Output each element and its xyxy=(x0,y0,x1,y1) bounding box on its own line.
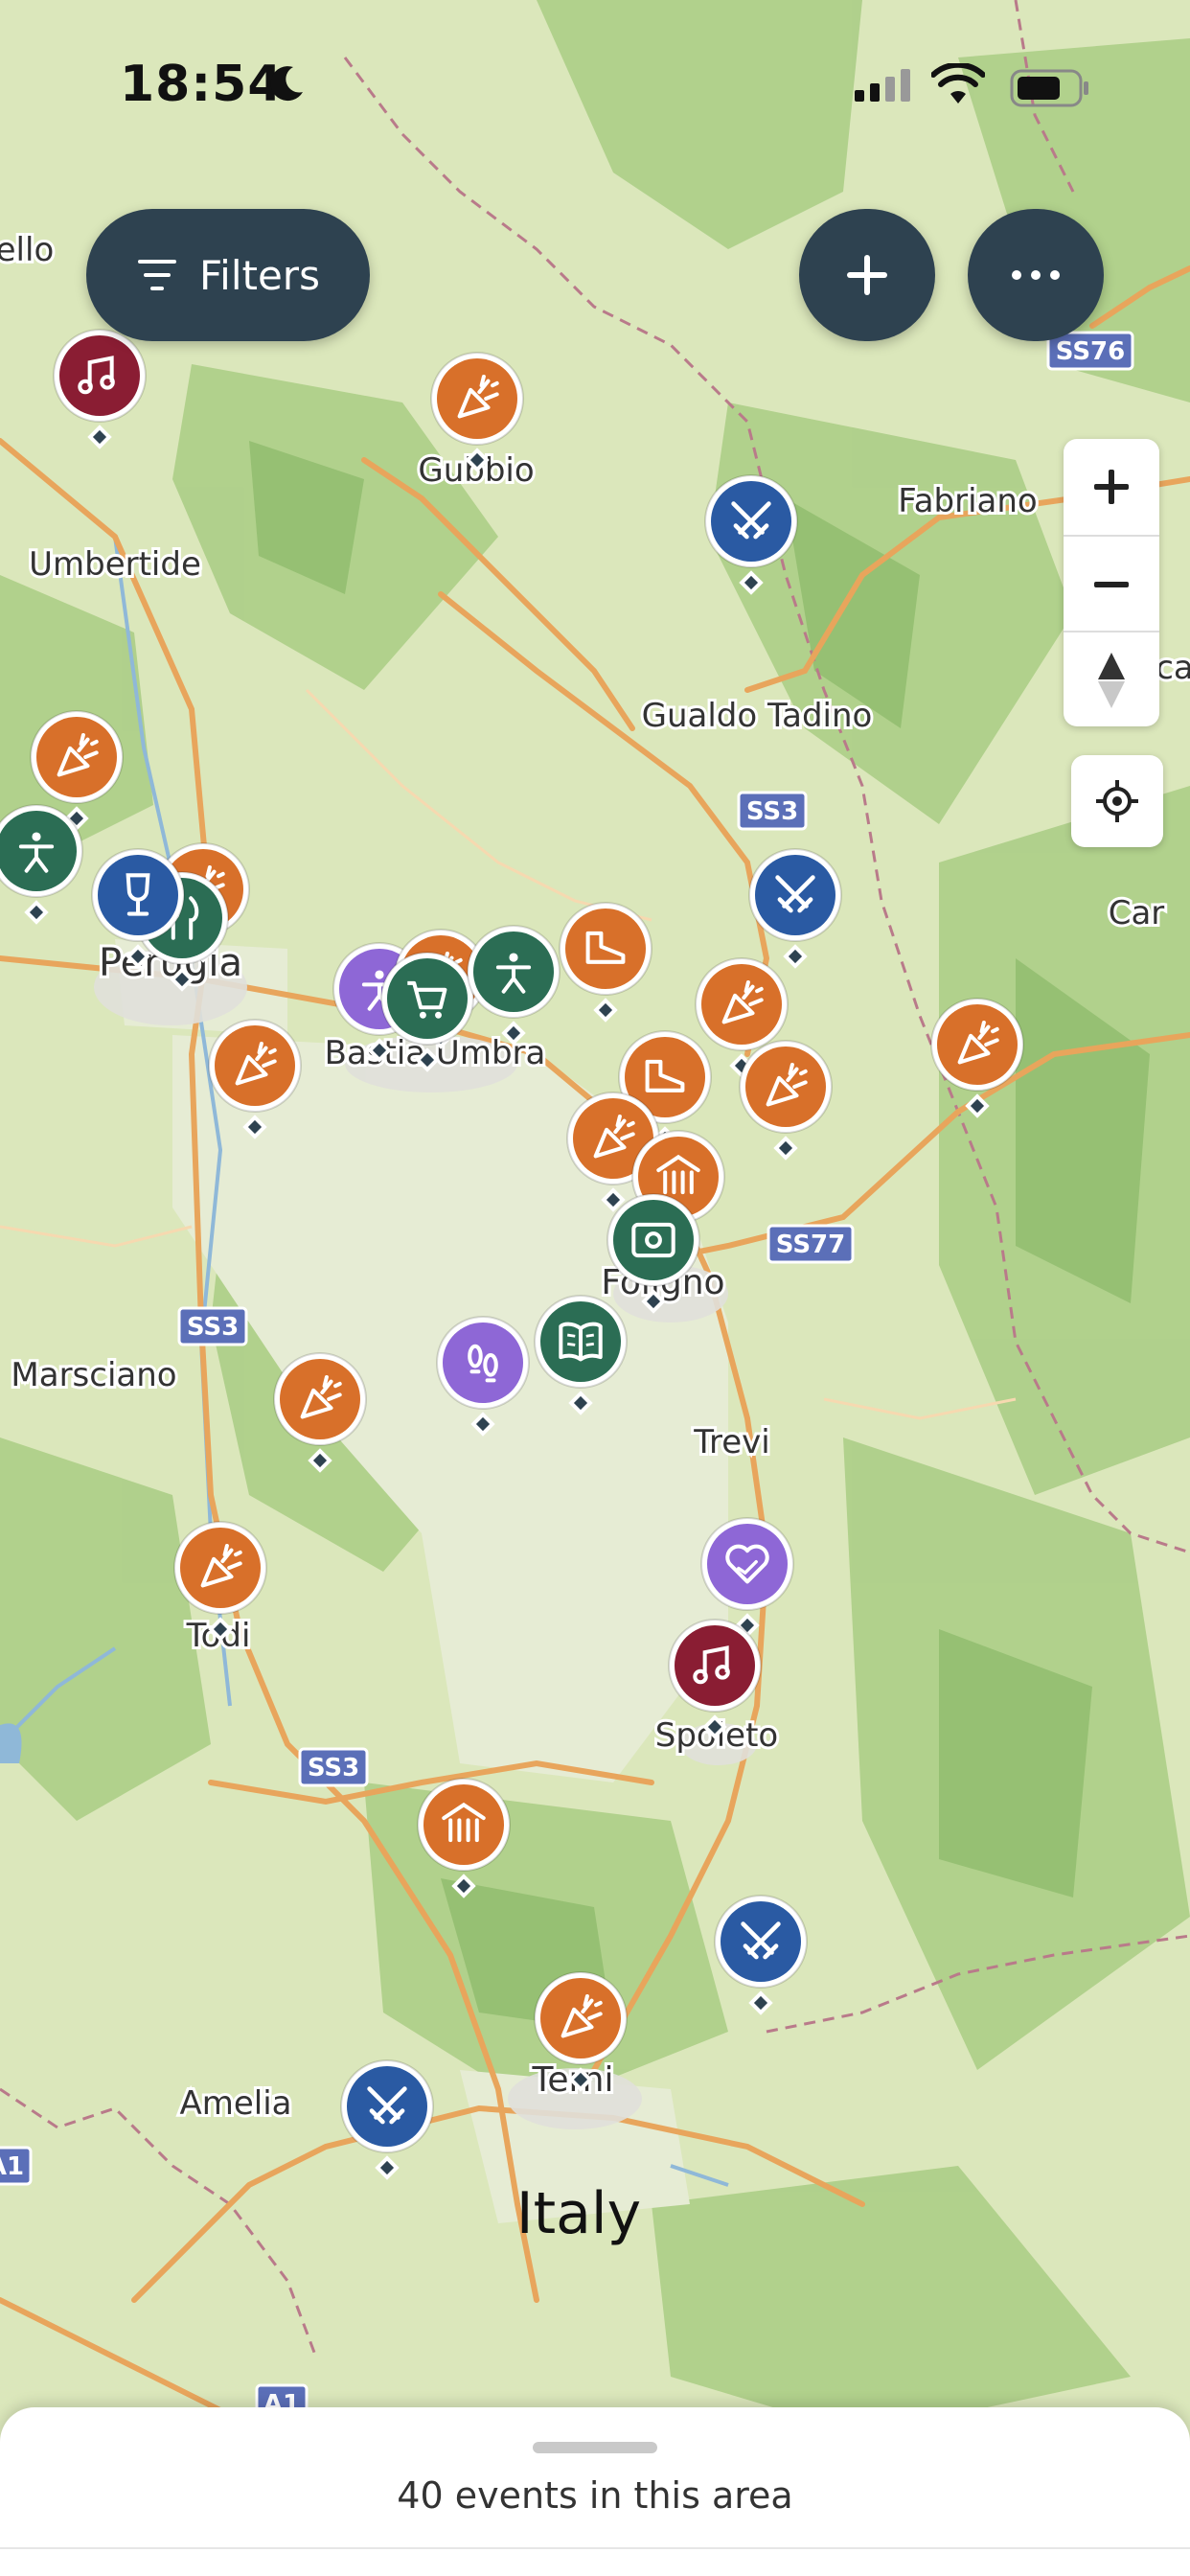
events-bottom-sheet[interactable]: 40 events in this area xyxy=(0,2407,1190,2576)
ellipsis-icon xyxy=(1012,270,1060,280)
status-bar: 18:54 xyxy=(0,0,1190,172)
my-location-button[interactable] xyxy=(1071,755,1163,847)
filter-icon xyxy=(138,260,177,290)
place-label: Amelia xyxy=(179,2084,291,2123)
place-label: Marsciano xyxy=(11,1356,176,1394)
road-shield-label: A1 xyxy=(0,2152,24,2181)
map-canvas[interactable]: astelloGubbioUmbertideFabrianoGualdo Tad… xyxy=(0,0,1190,2576)
place-label: Car xyxy=(1109,894,1165,932)
compass-button[interactable] xyxy=(1064,631,1159,728)
zoom-out-button[interactable] xyxy=(1064,535,1159,632)
road-shield: SS77 xyxy=(767,1224,855,1264)
filters-label: Filters xyxy=(199,251,320,299)
wifi-icon xyxy=(931,63,985,104)
add-button[interactable] xyxy=(799,209,935,341)
zoom-in-button[interactable] xyxy=(1064,439,1159,535)
place-label: Umbertide xyxy=(29,545,201,584)
map-zoom-controls xyxy=(1064,439,1159,726)
place-label: Trevi xyxy=(693,1423,770,1461)
events-count-label: 40 events in this area xyxy=(397,2474,793,2517)
status-time: 18:54 xyxy=(120,56,284,113)
road-shield-label: SS76 xyxy=(1056,337,1125,366)
sheet-drag-handle[interactable] xyxy=(533,2442,657,2453)
battery-icon xyxy=(1010,69,1088,107)
country-label: Italy xyxy=(516,2180,641,2247)
road-shield: A1 xyxy=(0,2146,33,2186)
plus-icon xyxy=(1094,470,1129,504)
road-shield-label: SS3 xyxy=(308,1754,359,1782)
more-options-button[interactable] xyxy=(968,209,1104,341)
road-shield-label: SS77 xyxy=(776,1230,845,1259)
road-shield-label: SS3 xyxy=(746,797,798,826)
minus-icon xyxy=(1094,582,1129,587)
filters-button[interactable]: Filters xyxy=(86,209,370,341)
place-label: astello xyxy=(0,231,54,269)
road-shield: SS76 xyxy=(1046,331,1134,371)
sheet-divider xyxy=(0,2547,1190,2549)
place-label: Gualdo Tadino xyxy=(642,697,873,735)
moon-icon xyxy=(270,66,303,102)
plus-icon xyxy=(847,255,887,295)
cellular-signal-icon xyxy=(855,69,910,102)
compass-icon xyxy=(1098,653,1125,708)
road-shield-label: SS3 xyxy=(187,1313,239,1342)
road-shield: SS3 xyxy=(298,1747,369,1787)
road-shield: SS3 xyxy=(177,1306,248,1346)
place-label: Fabriano xyxy=(898,482,1037,520)
crosshair-icon xyxy=(1096,780,1138,822)
place-label: ca xyxy=(1156,649,1190,687)
road-shield: SS3 xyxy=(737,791,808,831)
